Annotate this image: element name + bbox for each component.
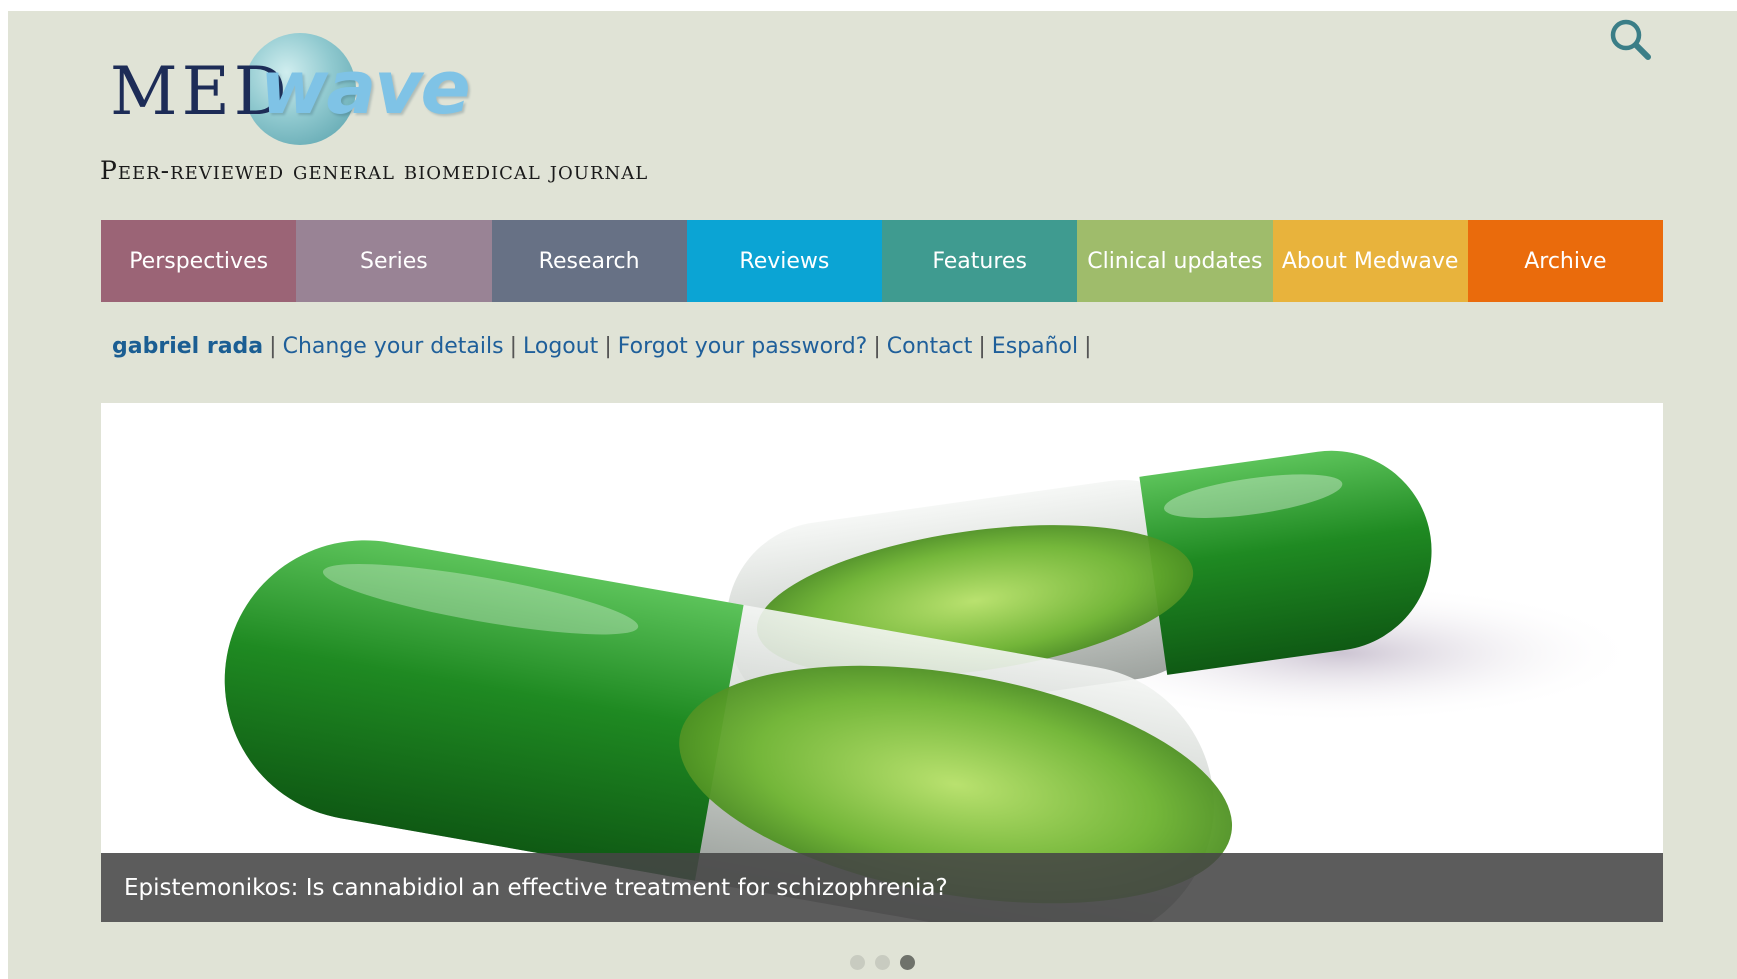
logout-link[interactable]: Logout [523,334,598,359]
user-links-bar: gabriel rada | Change your details | Log… [112,334,1098,359]
nav-reviews[interactable]: Reviews [686,220,882,302]
user-name-link[interactable]: gabriel rada [112,334,263,359]
slider-dots [850,955,915,970]
nav-label: Reviews [739,248,830,274]
nav-archive[interactable]: Archive [1467,220,1663,302]
nav-clinical-updates[interactable]: Clinical updates [1077,220,1273,302]
main-nav: Perspectives Series Research Reviews Fea… [101,220,1663,302]
medwave-logo[interactable]: MED wave [100,21,500,151]
search-icon [1610,19,1651,60]
nav-label: Series [360,248,428,274]
logo-text-wave: wave [260,45,471,131]
featured-slider[interactable]: Epistemonikos: Is cannabidiol an effecti… [101,403,1663,922]
nav-research[interactable]: Research [491,220,687,302]
forgot-password-link[interactable]: Forgot your password? [618,334,868,359]
change-details-link[interactable]: Change your details [283,334,504,359]
nav-label: Research [538,248,640,274]
separator: | [873,334,881,359]
contact-link[interactable]: Contact [887,334,973,359]
search-button[interactable] [1606,15,1656,65]
nav-label: About Medwave [1281,248,1459,274]
slider-dot-active[interactable] [900,955,915,970]
nav-features[interactable]: Features [882,220,1078,302]
nav-label: Clinical updates [1087,248,1263,274]
nav-series[interactable]: Series [296,220,492,302]
slide-caption[interactable]: Epistemonikos: Is cannabidiol an effecti… [101,853,1663,922]
slide-image-capsules [101,403,1663,922]
nav-label: Features [932,248,1027,274]
tagline: Peer-reviewed general biomedical journal [100,156,649,185]
nav-label: Archive [1524,248,1607,274]
nav-perspectives[interactable]: Perspectives [101,220,297,302]
separator: | [509,334,517,359]
nav-about-medwave[interactable]: About Medwave [1272,220,1468,302]
separator: | [269,334,277,359]
language-espanol-link[interactable]: Español [992,334,1078,359]
slider-dot[interactable] [850,955,865,970]
separator: | [978,334,986,359]
slide-caption-text: Epistemonikos: Is cannabidiol an effecti… [124,874,948,901]
separator: | [604,334,612,359]
nav-label: Perspectives [129,248,269,274]
slider-dot[interactable] [875,955,890,970]
page: MED wave Peer-reviewed general biomedica… [8,11,1737,979]
separator: | [1084,334,1092,359]
